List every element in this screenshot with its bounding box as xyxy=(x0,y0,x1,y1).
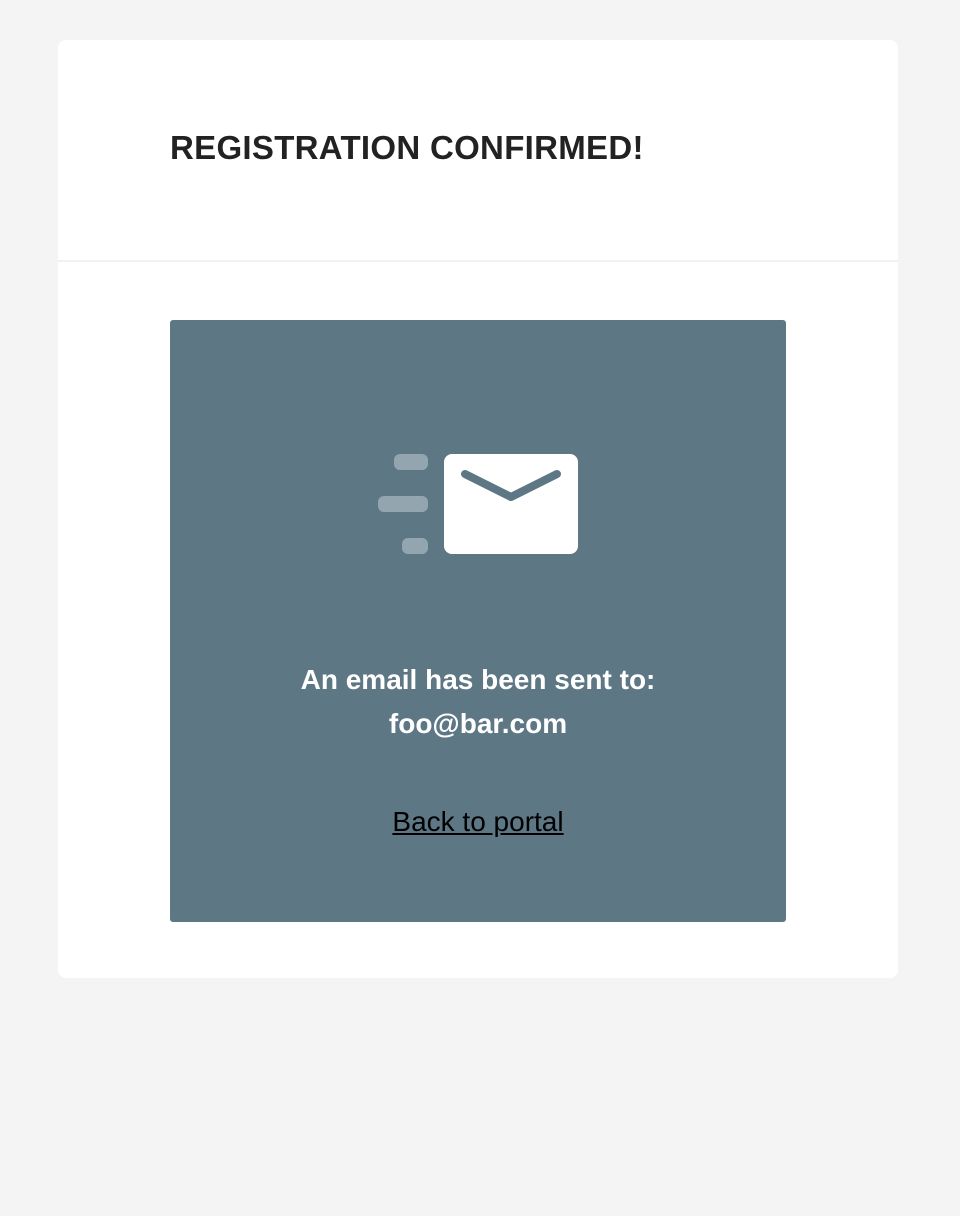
message-text: An email has been sent to: xyxy=(300,664,656,695)
email-sent-icon xyxy=(378,454,578,554)
confirmation-card: REGISTRATION CONFIRMED! An email has bee… xyxy=(58,40,898,978)
page-title: REGISTRATION CONFIRMED! xyxy=(170,129,644,166)
confirmation-panel: An email has been sent to: foo@bar.com B… xyxy=(170,320,786,922)
back-to-portal-link[interactable]: Back to portal xyxy=(170,802,786,842)
motion-line-top xyxy=(394,454,428,470)
recipient-email: foo@bar.com xyxy=(388,708,568,739)
envelope-body xyxy=(444,454,578,554)
card-header: REGISTRATION CONFIRMED! xyxy=(58,40,898,262)
motion-line-middle xyxy=(378,496,428,512)
confirmation-message: An email has been sent to: foo@bar.com xyxy=(170,658,786,746)
motion-line-bottom xyxy=(402,538,428,554)
